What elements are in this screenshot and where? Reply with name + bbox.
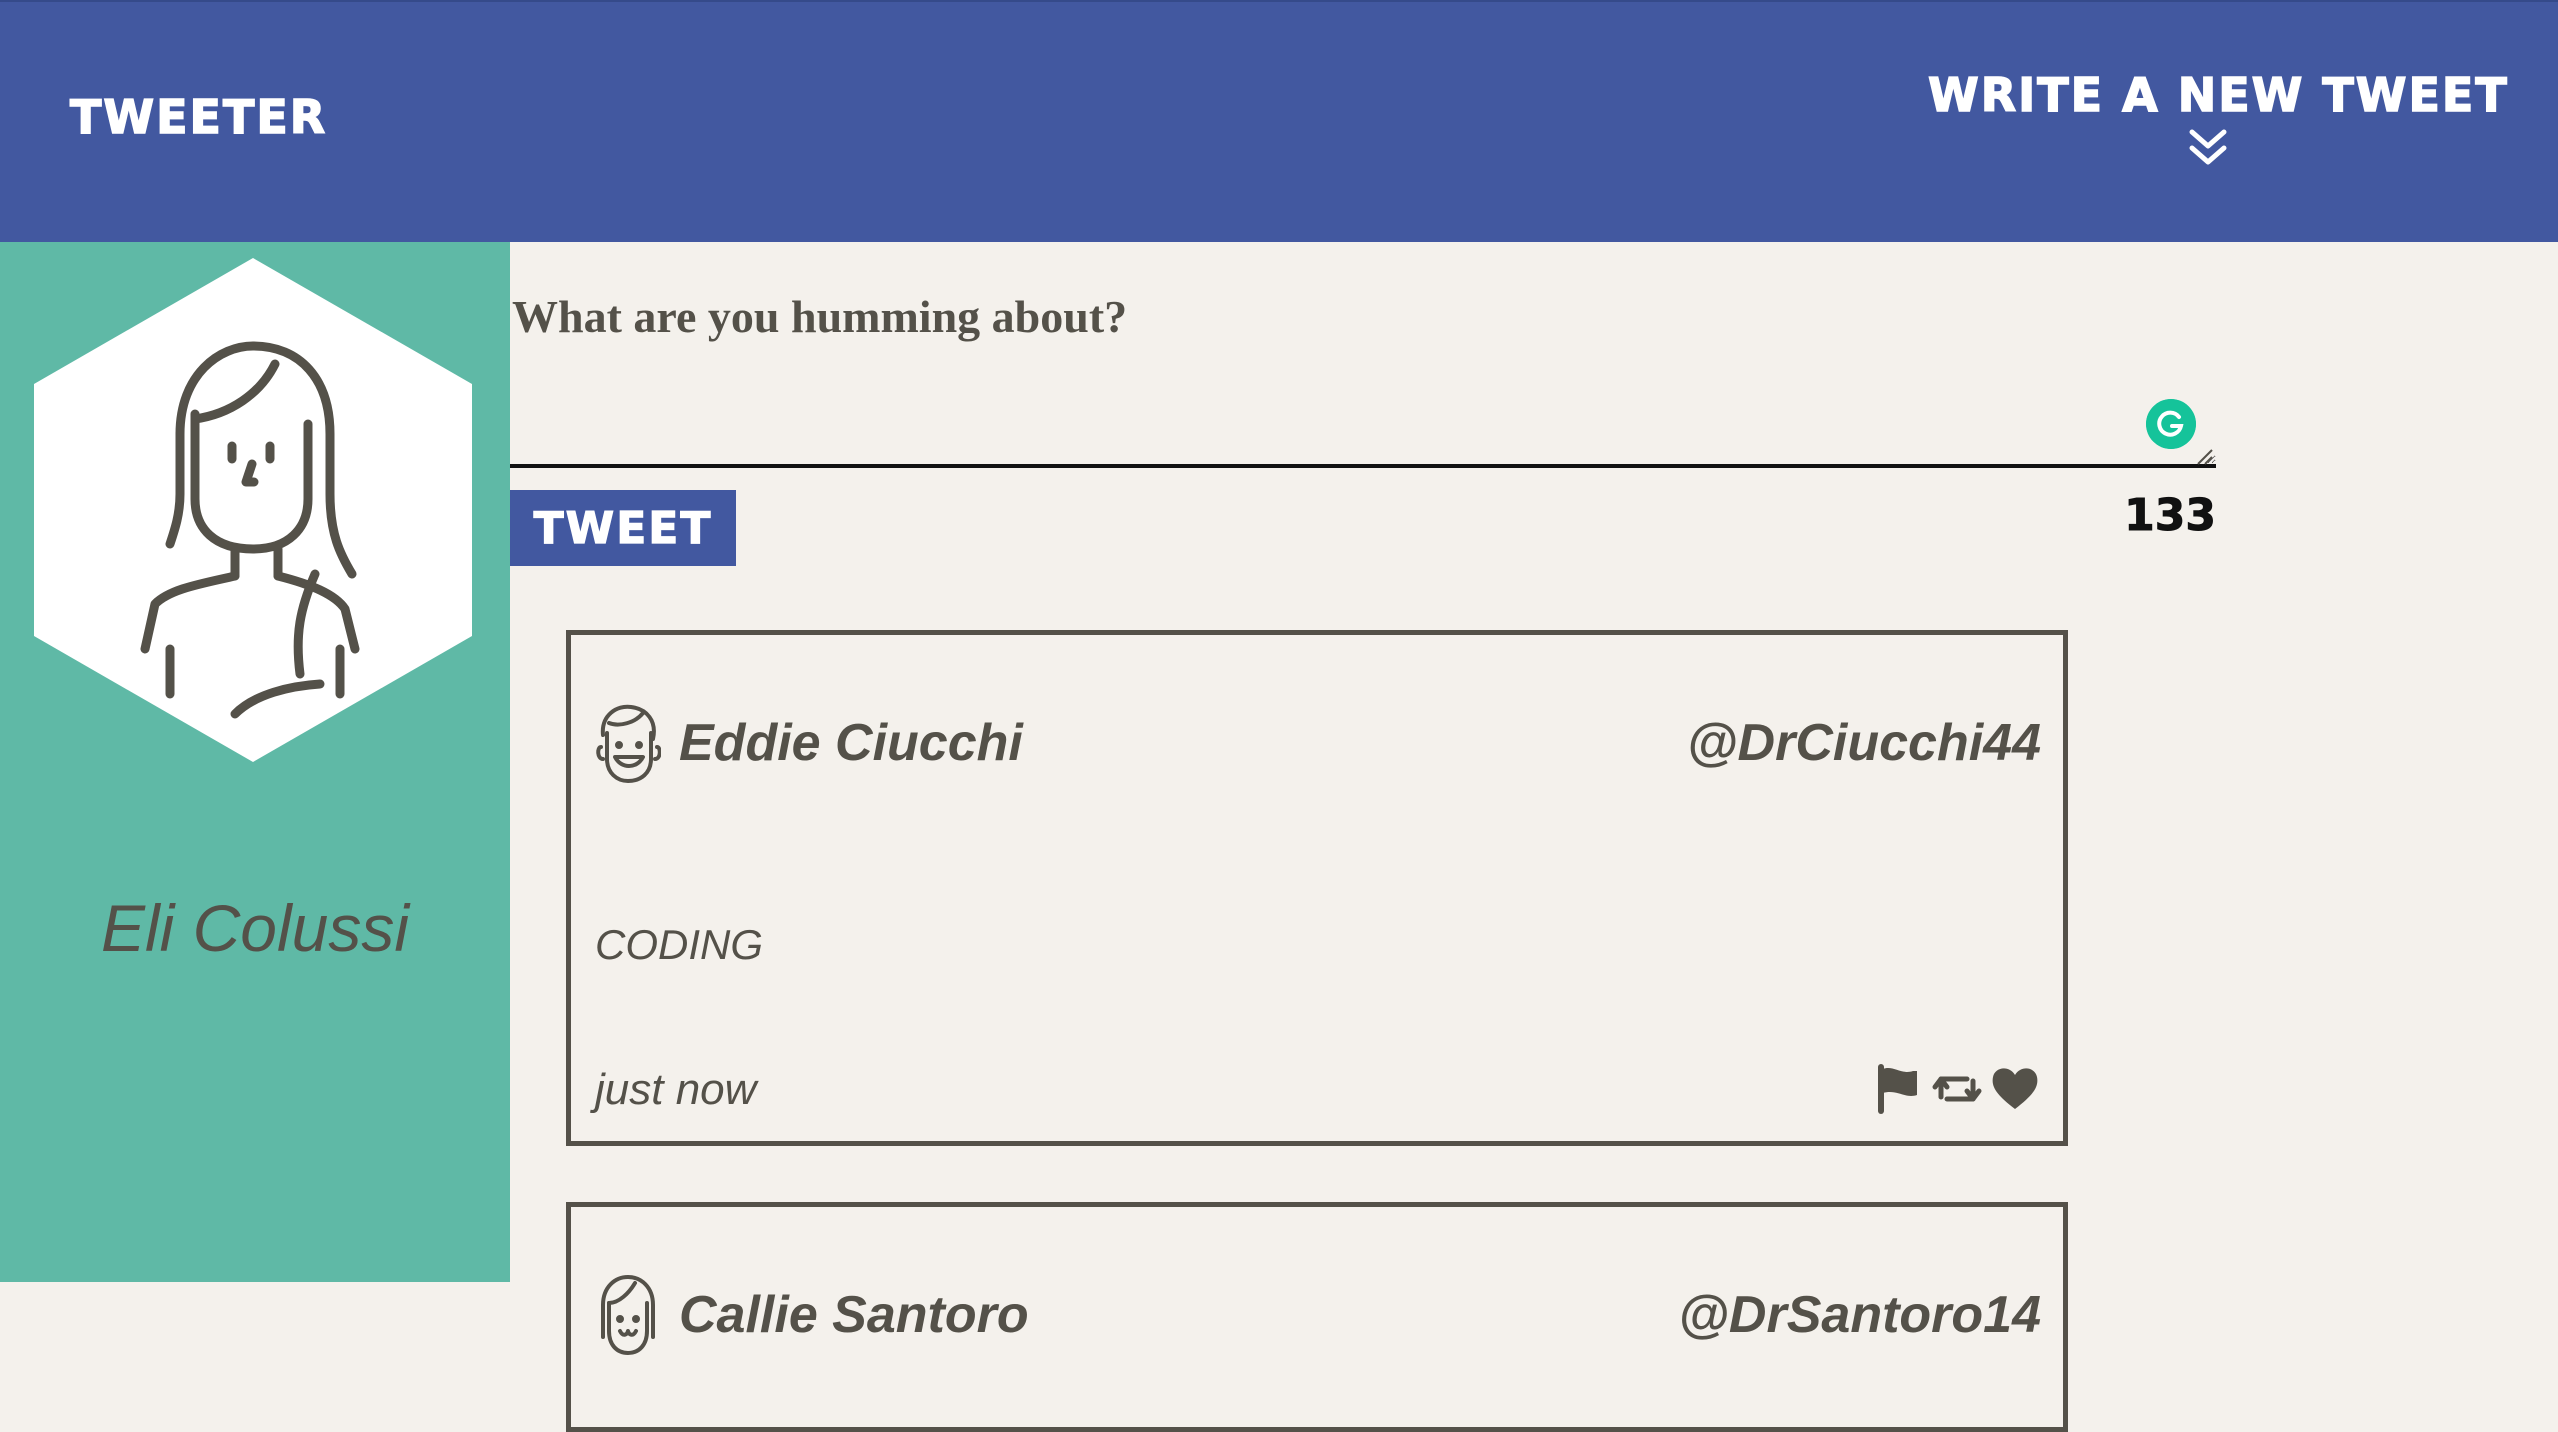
- tweet-author-handle: @DrSantoro14: [1678, 1286, 2041, 1344]
- tweet-timestamp: just now: [595, 1065, 757, 1114]
- tweet-content: CODING: [595, 921, 763, 968]
- tweet-author-avatar-icon: [601, 1275, 655, 1355]
- brand-logo[interactable]: TWEETER: [69, 89, 327, 145]
- tweet-card: Eddie Ciucchi @DrCiucchi44 CODING just n…: [566, 630, 2068, 1146]
- compose-prompt: What are you humming about?: [512, 291, 1128, 342]
- write-new-tweet-toggle[interactable]: WRITE A NEW TWEET: [1927, 67, 2507, 170]
- tweet-author-name: Eddie Ciucchi: [679, 714, 1023, 772]
- grammarly-icon[interactable]: [2146, 399, 2196, 449]
- flag-icon[interactable]: [1873, 1063, 1925, 1115]
- retweet-icon[interactable]: [1931, 1063, 1983, 1115]
- tweet-actions: [1873, 1063, 2041, 1115]
- tweet-author-name: Callie Santoro: [679, 1286, 1029, 1344]
- resize-grip-icon[interactable]: [2196, 448, 2214, 466]
- tweet-textarea[interactable]: [510, 382, 2216, 468]
- tweet-author-handle: @DrCiucchi44: [1686, 714, 2041, 772]
- tweet-author-avatar-icon: [596, 704, 661, 783]
- profile-name: Eli Colussi: [100, 891, 410, 965]
- write-new-tweet-label[interactable]: WRITE A NEW TWEET: [1927, 67, 2507, 123]
- tweet-card: Callie Santoro @DrSantoro14: [566, 1202, 2068, 1432]
- tweet-submit-button[interactable]: TWEET: [510, 490, 736, 566]
- heart-icon[interactable]: [1989, 1063, 2041, 1115]
- profile-sidebar: Eli Colussi: [0, 242, 510, 1282]
- character-counter: 133: [2124, 490, 2217, 542]
- top-nav: TWEETER WRITE A NEW TWEET: [0, 0, 2558, 242]
- double-chevron-down-icon[interactable]: [2186, 126, 2230, 170]
- user-avatar-icon: [34, 258, 472, 762]
